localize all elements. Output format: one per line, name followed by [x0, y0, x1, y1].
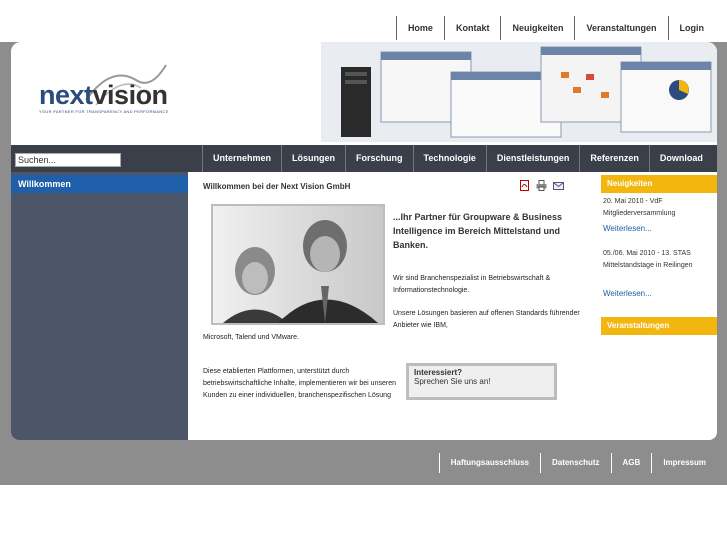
nav-unternehmen[interactable]: Unternehmen — [202, 145, 281, 172]
header: nextvision YOUR PARTNER FOR TRANSPARENCY… — [11, 42, 717, 145]
logo[interactable]: nextvision YOUR PARTNER FOR TRANSPARENCY… — [39, 80, 169, 114]
contact-box[interactable]: Interessiert? Sprechen Sie uns an! — [406, 363, 557, 400]
top-nav-login[interactable]: Login — [667, 16, 716, 40]
events-heading[interactable]: Veranstaltungen — [601, 317, 717, 335]
nav-download[interactable]: Download — [648, 145, 713, 172]
right-column: Neuigkeiten 20. Mai 2010 - VdF Mitgliede… — [601, 172, 717, 440]
news-item-1: 20. Mai 2010 - VdF Mitgliederversammlung — [603, 198, 676, 217]
news-item-2: 05./06. Mai 2010 - 13. STAS Mittelstands… — [603, 250, 693, 269]
content-area: Willkommen bei der Next Vision GmbH ...I… — [203, 172, 599, 440]
contact-box-text: Sprechen Sie uns an! — [414, 377, 491, 386]
footer-datenschutz[interactable]: Datenschutz — [539, 453, 611, 473]
logo-vision: vision — [92, 80, 169, 110]
nav-referenzen[interactable]: Referenzen — [579, 145, 649, 172]
top-nav-neuigkeiten[interactable]: Neuigkeiten — [500, 16, 574, 40]
email-icon[interactable] — [553, 178, 564, 190]
nav-loesungen[interactable]: Lösungen — [281, 145, 345, 172]
intro-paragraph-2: Unsere Lösungen basieren auf offenen Sta… — [393, 310, 580, 329]
news-item-1-link[interactable]: Weiterlesen... — [603, 224, 652, 233]
search-input[interactable]: Suchen... — [15, 153, 121, 167]
contact-box-title: Interessiert? — [414, 368, 463, 377]
tagline: ...Ihr Partner für Groupware & Business … — [393, 212, 563, 250]
logo-next: next — [39, 80, 93, 110]
nav-technologie[interactable]: Technologie — [412, 145, 486, 172]
contact-box-inner: Interessiert? Sprechen Sie uns an! — [409, 366, 554, 397]
nav-dienstleistungen[interactable]: Dienstleistungen — [485, 145, 580, 172]
sidebar-item-willkommen[interactable]: Willkommen — [11, 175, 188, 193]
team-photo — [211, 204, 385, 325]
intro-paragraph-1: Wir sind Branchenspezialist in Betriebsw… — [393, 275, 551, 294]
footer-navigation: Haftungsausschluss Datenschutz AGB Impre… — [438, 453, 717, 473]
main-navbar: Suchen... Unternehmen Lösungen Forschung… — [11, 145, 717, 172]
page-title: Willkommen bei der Next Vision GmbH — [203, 182, 351, 191]
sidebar: Willkommen — [11, 172, 188, 440]
logo-tagline: YOUR PARTNER FOR TRANSPARENCY AND PERFOR… — [39, 109, 169, 114]
footer-haftungsausschluss[interactable]: Haftungsausschluss — [438, 453, 540, 473]
pdf-icon[interactable] — [519, 178, 530, 191]
top-nav-veranstaltungen[interactable]: Veranstaltungen — [574, 16, 667, 40]
top-nav-home[interactable]: Home — [395, 16, 444, 40]
footer-impressum[interactable]: Impressum — [651, 453, 717, 473]
intro-paragraph-4: Diese etablierten Plattformen, unterstüt… — [203, 368, 396, 399]
top-navigation: Home Kontakt Neuigkeiten Veranstaltungen… — [395, 16, 716, 40]
intro-paragraph-3: Microsoft, Talend und VMware. — [203, 334, 299, 341]
main-navigation: Unternehmen Lösungen Forschung Technolog… — [202, 145, 713, 172]
news-heading[interactable]: Neuigkeiten — [601, 175, 717, 193]
nav-forschung[interactable]: Forschung — [345, 145, 413, 172]
news-item-2-link[interactable]: Weiterlesen... — [603, 289, 652, 298]
page-tools — [519, 178, 564, 191]
footer-agb[interactable]: AGB — [610, 453, 652, 473]
header-banner-image — [321, 42, 717, 142]
main-card: nextvision YOUR PARTNER FOR TRANSPARENCY… — [11, 42, 717, 440]
print-icon[interactable] — [536, 178, 547, 191]
top-nav-kontakt[interactable]: Kontakt — [443, 16, 501, 40]
